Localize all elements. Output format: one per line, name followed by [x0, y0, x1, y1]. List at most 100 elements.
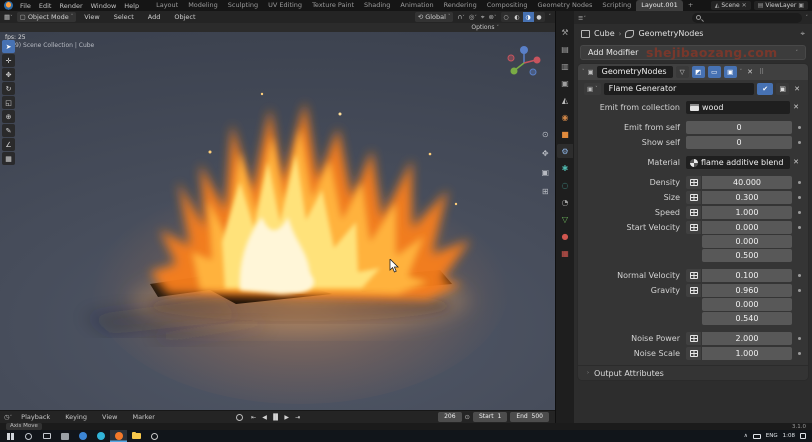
- end-frame-field[interactable]: End 500: [510, 412, 549, 422]
- viewport-side-button-camera-view[interactable]: ▣: [541, 168, 549, 177]
- notification-center-icon[interactable]: [800, 433, 806, 439]
- vector-y-field[interactable]: 0.000: [702, 298, 792, 311]
- speed-field[interactable]: 1.000: [702, 206, 792, 219]
- animate-dot[interactable]: [798, 337, 801, 340]
- attribute-toggle-button[interactable]: [686, 332, 701, 345]
- workspace-tab[interactable]: Animation: [395, 0, 438, 11]
- workspace-tab[interactable]: Layout: [151, 0, 183, 11]
- shading-mode-button-rendered[interactable]: ●: [534, 12, 545, 22]
- vector-z-field[interactable]: 0.540: [702, 312, 792, 325]
- viewlayer-selector[interactable]: ▤ViewLayer▣: [754, 1, 808, 10]
- proportional-edit-icon[interactable]: ◎˅: [469, 13, 477, 21]
- unlink-node-tree-icon[interactable]: ✕: [792, 85, 802, 93]
- fake-user-toggle[interactable]: ✔: [757, 83, 773, 95]
- tool-button-scale[interactable]: ◱: [2, 96, 15, 109]
- gizmos-toggle-icon[interactable]: ⌖: [481, 13, 485, 22]
- density-field[interactable]: 40.000: [702, 176, 792, 189]
- language-indicator[interactable]: ENG: [766, 433, 778, 439]
- taskbar-app-button-app-teal[interactable]: [92, 430, 109, 442]
- timeline-editor-icon[interactable]: ◷˅: [4, 413, 12, 421]
- properties-tab-material[interactable]: ●: [557, 229, 573, 243]
- taskbar-app-button-app-blue[interactable]: [74, 430, 91, 442]
- tool-button-move[interactable]: ✥: [2, 68, 15, 81]
- shading-mode-button-material-preview[interactable]: ◑: [523, 12, 534, 22]
- taskbar-app-button-file-explorer[interactable]: [128, 430, 145, 442]
- noise-scale-field[interactable]: 1.000: [702, 347, 792, 360]
- animate-dot[interactable]: [798, 196, 801, 199]
- tool-button-annotate[interactable]: ✎: [2, 124, 15, 137]
- viewport-canvas[interactable]: fps: 25 (209) Scene Collection | Cube ➤✛…: [0, 32, 555, 410]
- on-cage-toggle[interactable]: ▽: [676, 66, 689, 78]
- tool-button-cursor[interactable]: ✛: [2, 54, 15, 67]
- viewport-menu-item[interactable]: View: [80, 13, 103, 21]
- workspace-tab[interactable]: Modeling: [183, 0, 223, 11]
- normal-velocity-field[interactable]: 0.100: [702, 269, 792, 282]
- viewport-side-button-zoom[interactable]: ⊙: [541, 130, 549, 139]
- properties-tab-object-data[interactable]: ▽: [557, 212, 573, 226]
- viewport-menu-item[interactable]: Add: [144, 13, 165, 21]
- workspace-tab[interactable]: Layout.001: [636, 0, 683, 11]
- properties-tab-constraints[interactable]: ◔: [557, 195, 573, 209]
- breadcrumb-object[interactable]: Cube: [594, 29, 615, 38]
- viewport-menu-item[interactable]: Select: [110, 13, 138, 21]
- menu-item[interactable]: Render: [55, 2, 86, 10]
- viewport-side-button-pan[interactable]: ✥: [541, 149, 549, 158]
- timeline-menu-item[interactable]: Keying: [61, 413, 91, 421]
- properties-tab-object[interactable]: ■: [557, 127, 573, 141]
- tool-button-measure[interactable]: ∠: [2, 138, 15, 151]
- timeline-menu-item[interactable]: Marker: [128, 413, 158, 421]
- editor-type-icon[interactable]: ▦˅: [4, 13, 13, 21]
- size-field[interactable]: 0.300: [702, 191, 792, 204]
- copy-node-tree-icon[interactable]: ▣: [776, 83, 789, 95]
- workspace-tab[interactable]: Texture Paint: [307, 0, 359, 11]
- start-frame-field[interactable]: Start 1: [473, 412, 507, 422]
- animate-dot[interactable]: [798, 141, 801, 144]
- animate-dot[interactable]: [798, 289, 801, 292]
- workspace-tab[interactable]: Shading: [359, 0, 395, 11]
- emit-from-self-field[interactable]: 0: [686, 121, 792, 134]
- properties-tab-render[interactable]: ▤: [557, 42, 573, 56]
- tool-button-select-box[interactable]: ➤: [2, 40, 15, 53]
- node-tree-name-field[interactable]: Flame Generator: [604, 83, 754, 95]
- taskbar-app-button-start-button[interactable]: [2, 430, 19, 442]
- properties-tab-world[interactable]: ◉: [557, 110, 573, 124]
- workspace-tab[interactable]: Geometry Nodes: [533, 0, 598, 11]
- attribute-toggle-button[interactable]: [686, 206, 701, 219]
- properties-search[interactable]: [692, 13, 802, 23]
- viewport-menu-item[interactable]: Object: [170, 13, 199, 21]
- transport-button-jump-end[interactable]: ⇥: [293, 414, 302, 421]
- viewport-side-button-toggle-ortho[interactable]: ⊞: [541, 187, 549, 196]
- new-layer-icon[interactable]: ▣: [798, 2, 804, 9]
- mode-dropdown[interactable]: ▢Object Mode˅: [17, 12, 77, 22]
- transport-button-next-keyframe[interactable]: ▶: [282, 414, 291, 421]
- attribute-toggle-button[interactable]: [686, 191, 701, 204]
- animate-dot[interactable]: [798, 126, 801, 129]
- vector-x-field[interactable]: 0.000: [702, 221, 792, 234]
- browse-node-tree-button[interactable]: ▣˅: [584, 83, 601, 95]
- vector-x-field[interactable]: 0.960: [702, 284, 792, 297]
- attribute-toggle-button[interactable]: [686, 176, 701, 189]
- clear-collection-icon[interactable]: ✕: [790, 101, 802, 114]
- clock[interactable]: 1:08: [783, 433, 795, 439]
- header-chevron-icon[interactable]: ˅: [806, 15, 809, 21]
- tool-button-add-cube[interactable]: ▦: [2, 152, 15, 165]
- timeline-menu-item[interactable]: Playback: [17, 413, 54, 421]
- properties-editor-icon[interactable]: ≡˅: [578, 14, 586, 22]
- noise-power-field[interactable]: 2.000: [702, 332, 792, 345]
- tool-button-rotate[interactable]: ↻: [2, 82, 15, 95]
- properties-tab-modifiers[interactable]: ⚙: [557, 144, 573, 158]
- show-self-field[interactable]: 0: [686, 136, 792, 149]
- tray-chevron-icon[interactable]: ∧: [744, 433, 748, 439]
- shading-mode-button-wireframe[interactable]: ○: [501, 12, 512, 22]
- properties-tab-scene[interactable]: ◭: [557, 93, 573, 107]
- modifier-name-field[interactable]: GeometryNodes: [597, 66, 673, 78]
- properties-tab-texture[interactable]: ▦: [557, 246, 573, 260]
- material-field[interactable]: flame additive blend: [686, 156, 790, 169]
- workspace-tab[interactable]: Compositing: [482, 0, 533, 11]
- render-toggle[interactable]: ▣: [724, 66, 737, 78]
- taskbar-app-button-search-button[interactable]: [20, 430, 37, 442]
- properties-tab-view-layer[interactable]: ▣: [557, 76, 573, 90]
- workspace-tab[interactable]: Scripting: [597, 0, 636, 11]
- shading-mode-button-solid[interactable]: ◐: [512, 12, 523, 22]
- current-frame-field[interactable]: 206: [438, 412, 461, 422]
